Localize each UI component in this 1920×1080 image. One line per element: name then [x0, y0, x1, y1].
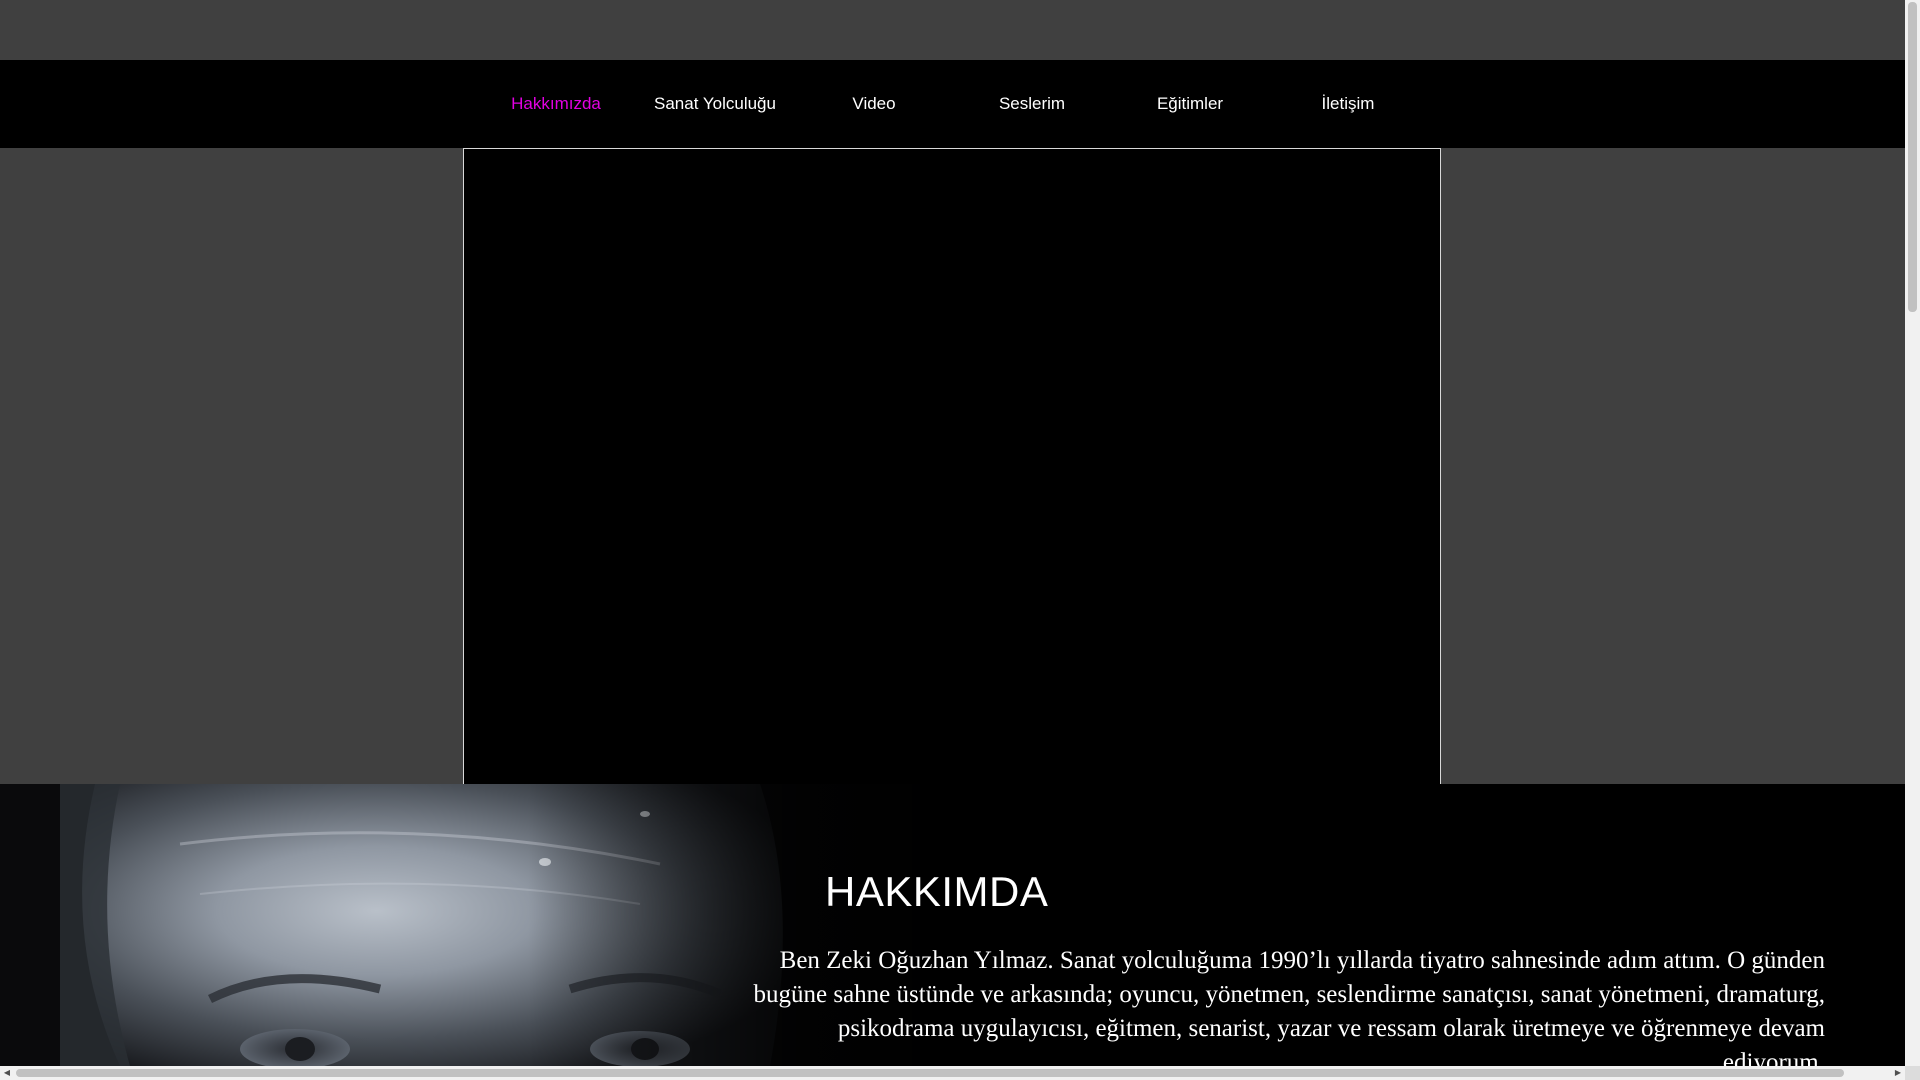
horizontal-scrollbar[interactable]: ◀ ▶ [0, 1066, 1905, 1080]
page: Hakkımızda Sanat Yolculuğu Video Sesleri… [0, 0, 1920, 1080]
vertical-scrollbar[interactable] [1905, 0, 1920, 1066]
nav-item-seslerim[interactable]: Seslerim [953, 60, 1111, 148]
scroll-right-arrow-icon[interactable]: ▶ [1891, 1066, 1905, 1080]
nav-item-video[interactable]: Video [795, 60, 953, 148]
horizontal-scrollbar-thumb[interactable] [16, 1069, 1844, 1077]
scroll-left-arrow-icon[interactable]: ◀ [0, 1066, 14, 1080]
main-navigation: Hakkımızda Sanat Yolculuğu Video Sesleri… [0, 60, 1905, 148]
nav-item-egitimler[interactable]: Eğitimler [1111, 60, 1269, 148]
nav-item-iletisim[interactable]: İletişim [1269, 60, 1427, 148]
about-text: Ben Zeki Oğuzhan Yılmaz. Sanat yolculuğu… [753, 947, 1825, 1066]
about-section: HAKKIMDA Ben Zeki Oğuzhan Yılmaz. Sanat … [0, 784, 1905, 1066]
top-bar [0, 0, 1905, 60]
vertical-scrollbar-thumb[interactable] [1908, 2, 1917, 312]
nav-item-sanat-yolculugu[interactable]: Sanat Yolculuğu [636, 60, 794, 148]
nav-item-hakkimizda[interactable]: Hakkımızda [477, 60, 635, 148]
video-player[interactable] [463, 148, 1441, 784]
about-title: HAKKIMDA [825, 868, 1049, 915]
scrollbar-corner [1905, 1066, 1920, 1080]
